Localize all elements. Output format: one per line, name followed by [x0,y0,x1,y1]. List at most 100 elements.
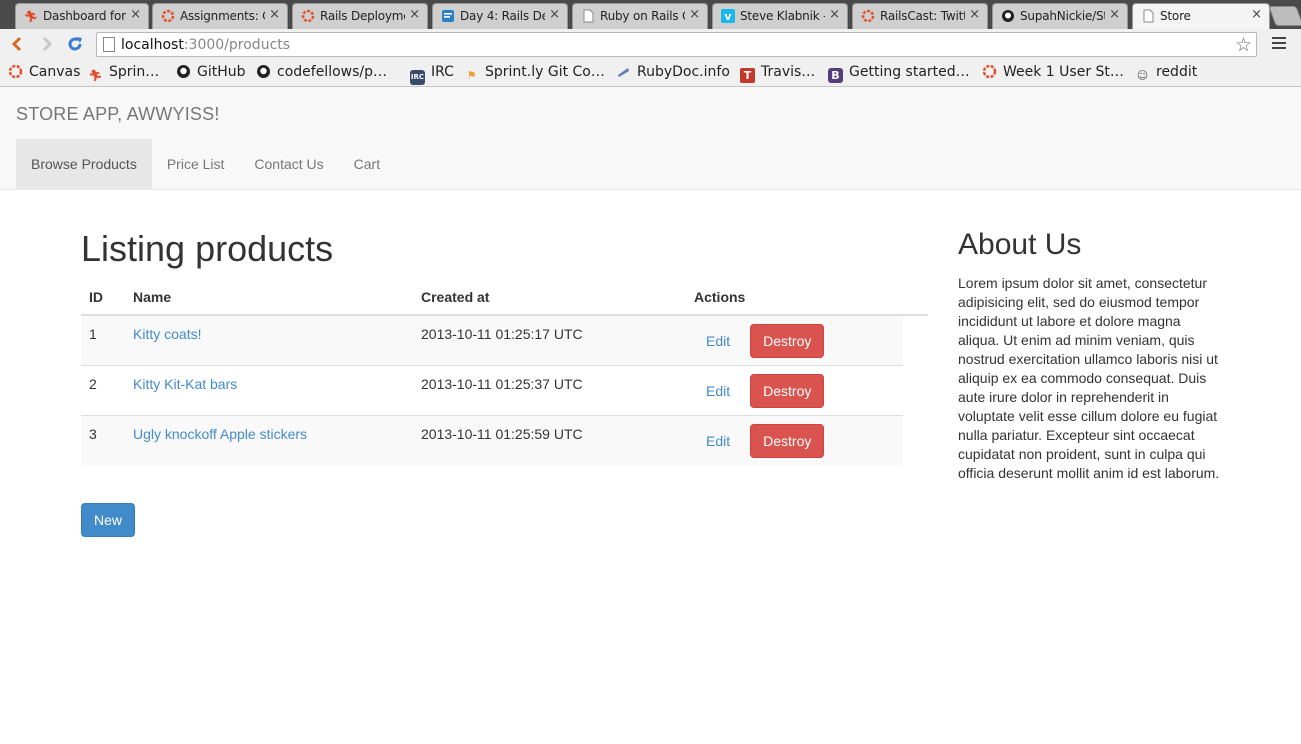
app-navbar: STORE APP, AWWYISS! Browse Products Pric… [0,87,1301,190]
close-icon[interactable]: × [1109,7,1120,22]
bookmark-item[interactable]: GitHub [176,64,246,80]
url-text: localhost:3000/products [121,37,291,53]
tab-title: Steve Klabnik - F [740,9,825,23]
product-created-at: 2013-10-11 01:25:17 UTC [413,314,686,365]
browser-tab[interactable]: SupahNickie/Sto × [992,3,1128,29]
tab-title: Assignments: Co [180,9,265,23]
hamburger-icon [1272,37,1286,39]
destroy-button[interactable]: Destroy [750,423,825,458]
products-table: ID Name Created at Actions 1 Kitty coats… [81,280,928,465]
close-icon[interactable]: × [689,7,700,22]
nav-cart[interactable]: Cart [339,139,395,189]
about-us-panel: About Us Lorem ipsum dolor sit amet, con… [958,228,1220,483]
canvas-icon [161,9,175,23]
browser-tab[interactable]: Day 4: Rails Dep × [432,3,568,29]
product-name-link[interactable]: Kitty coats! [133,326,201,342]
bookmark-item[interactable]: IRC IRC [410,64,454,85]
close-icon[interactable]: × [969,7,980,22]
canvas-icon [861,9,875,23]
bookmarks-bar: Canvas 🏃︎ Sprin… GitHub codefellows/p… IR… [0,60,1301,87]
bookmark-item[interactable]: RubyDoc.info [616,64,730,80]
nav-browse-products[interactable]: Browse Products [16,139,152,189]
tab-title: Dashboard for N [43,9,126,23]
back-button[interactable] [6,33,28,55]
rubydoc-icon [616,64,631,79]
tab-title: RailsCast: Twitte [880,9,965,23]
back-arrow-icon [11,36,22,52]
bookmark-item[interactable]: 🏃︎ Sprin… [88,64,160,83]
column-header-created-at: Created at [413,280,686,316]
tab-title: Rails Deploymen [320,9,405,23]
table-row: 2 Kitty Kit-Kat bars 2013-10-11 01:25:37… [81,364,928,415]
nav-links: Browse Products Price List Contact Us Ca… [16,139,395,189]
browser-tab[interactable]: v Steve Klabnik - F × [712,3,848,29]
bookmark-item[interactable]: ⚑ Sprint.ly Git Co… [464,64,605,83]
product-name-link[interactable]: Kitty Kit-Kat bars [133,376,237,392]
bookmark-item[interactable]: ☺ reddit [1135,64,1197,83]
irc-icon: IRC [410,70,425,85]
edit-button[interactable]: Edit [694,375,742,407]
tab-title: SupahNickie/Sto [1020,9,1105,23]
github-icon [176,64,191,79]
address-bar[interactable]: localhost:3000/products ☆ [96,32,1257,57]
slides-icon [441,9,455,23]
column-header-actions: Actions [686,280,903,316]
bookmark-item[interactable]: T Travis… [740,64,815,83]
destroy-button[interactable]: Destroy [750,324,825,358]
reddit-icon: ☺ [1136,69,1149,82]
about-us-text: Lorem ipsum dolor sit amet, consectetur … [958,275,1220,481]
row-actions: Edit Destroy [686,314,903,365]
tab-title: Ruby on Rails Gu [600,9,685,23]
reload-icon [68,37,82,51]
bookmark-item[interactable]: Canvas [8,64,80,80]
edit-button[interactable]: Edit [694,325,742,357]
new-tab-button[interactable] [1268,6,1301,26]
reload-button[interactable] [64,33,86,55]
browser-tab[interactable]: RailsCast: Twitte × [852,3,988,29]
browser-menu-button[interactable] [1272,37,1286,49]
github-icon [256,64,271,79]
canvas-icon [301,9,315,23]
bookmark-item[interactable]: B Getting started… [828,64,970,83]
tab-title: Store [1160,9,1191,23]
vimeo-icon: v [721,9,735,23]
product-created-at: 2013-10-11 01:25:59 UTC [413,414,686,465]
destroy-button[interactable]: Destroy [750,373,825,408]
tab-title: Day 4: Rails Dep [460,9,545,23]
browser-tab[interactable]: Assignments: Co × [152,3,288,29]
forward-button[interactable] [36,33,58,55]
product-id: 1 [81,314,125,365]
new-product-button[interactable]: New [81,503,136,537]
table-row: 3 Ugly knockoff Apple stickers 2013-10-1… [81,414,928,465]
row-actions: Edit Destroy [686,364,903,415]
browser-toolbar: localhost:3000/products ☆ [0,29,1301,60]
close-icon[interactable]: × [130,7,141,22]
table-header-row: ID Name Created at Actions [81,280,928,316]
browser-tab[interactable]: Ruby on Rails Gu × [572,3,708,29]
browser-tab[interactable]: Rails Deploymen × [292,3,428,29]
bookmark-item[interactable]: codefellows/p… [256,64,387,80]
bookmark-item[interactable]: Week 1 User St… [982,64,1124,80]
product-created-at: 2013-10-11 01:25:37 UTC [413,364,686,415]
close-icon[interactable]: × [409,7,420,22]
nav-price-list[interactable]: Price List [152,139,240,189]
about-us-heading: About Us [958,228,1082,261]
browser-tab-active[interactable]: Store × [1132,3,1270,29]
browser-tab[interactable]: 🏃︎ Dashboard for N × [15,3,149,29]
travis-icon: T [740,68,755,83]
app-brand[interactable]: STORE APP, AWWYISS! [16,104,220,125]
nav-contact-us[interactable]: Contact Us [239,139,338,189]
sprintly-runner-icon: 🏃︎ [88,69,103,82]
close-icon[interactable]: × [1251,7,1262,22]
close-icon[interactable]: × [549,7,560,22]
canvas-icon [982,64,997,79]
close-icon[interactable]: × [829,7,840,22]
edit-button[interactable]: Edit [694,425,742,457]
bookmark-star-icon[interactable]: ☆ [1235,34,1252,56]
row-actions: Edit Destroy [686,414,903,465]
product-id: 3 [81,414,125,465]
forward-arrow-icon [42,36,53,52]
product-name-link[interactable]: Ugly knockoff Apple stickers [133,426,307,442]
close-icon[interactable]: × [269,7,280,22]
product-id: 2 [81,364,125,415]
